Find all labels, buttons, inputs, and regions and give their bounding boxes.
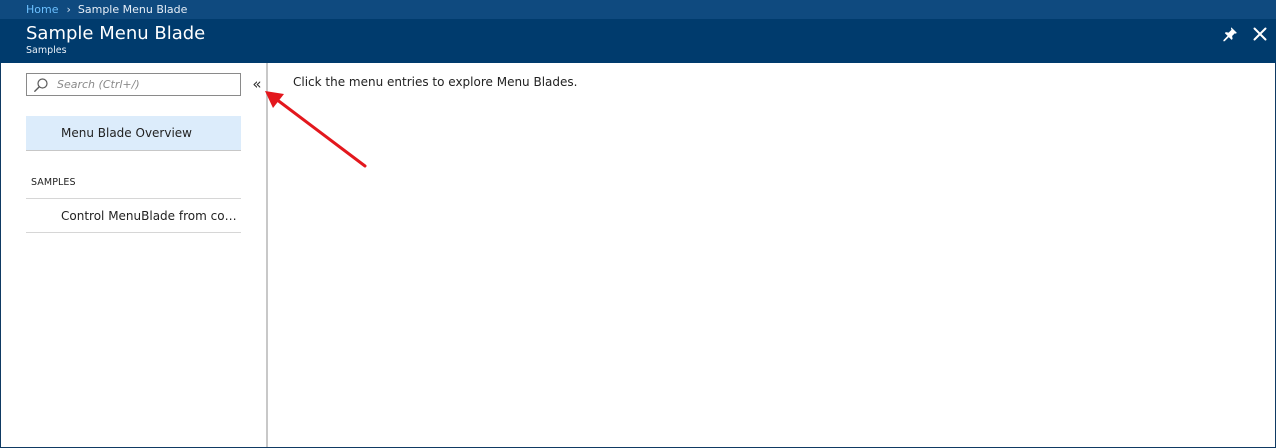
blade-subtitle: Samples [26, 45, 67, 56]
menu-item-label: Control MenuBlade from conten... [61, 209, 241, 223]
blade-title: Sample Menu Blade [26, 23, 206, 44]
pin-icon [1223, 27, 1237, 42]
collapse-menu-button[interactable]: « [249, 75, 265, 93]
breadcrumb-current: Sample Menu Blade [77, 3, 188, 16]
content-instructions: Click the menu entries to explore Menu B… [293, 75, 578, 89]
breadcrumb-separator: › [66, 3, 71, 16]
breadcrumb-home-link[interactable]: Home [26, 3, 58, 16]
blade-header: Sample Menu Blade Samples [0, 19, 1276, 63]
content-pane: Click the menu entries to explore Menu B… [268, 63, 1275, 447]
close-icon [1253, 27, 1267, 41]
menu-item-label: Menu Blade Overview [61, 126, 192, 140]
section-header-samples: SAMPLES [31, 177, 76, 188]
search-icon [34, 78, 48, 92]
search-input[interactable] [57, 74, 237, 95]
pin-button[interactable] [1221, 25, 1239, 43]
menu-item-overview[interactable]: Menu Blade Overview [26, 116, 241, 151]
breadcrumb: Home › Sample Menu Blade [0, 0, 1276, 19]
menu-item-control-menublade[interactable]: Control MenuBlade from conten... [26, 198, 241, 233]
search-box[interactable] [26, 73, 241, 96]
close-button[interactable] [1251, 25, 1269, 43]
menu-pane: « Menu Blade Overview SAMPLES Control Me… [1, 63, 266, 447]
double-chevron-left-icon: « [252, 75, 262, 93]
